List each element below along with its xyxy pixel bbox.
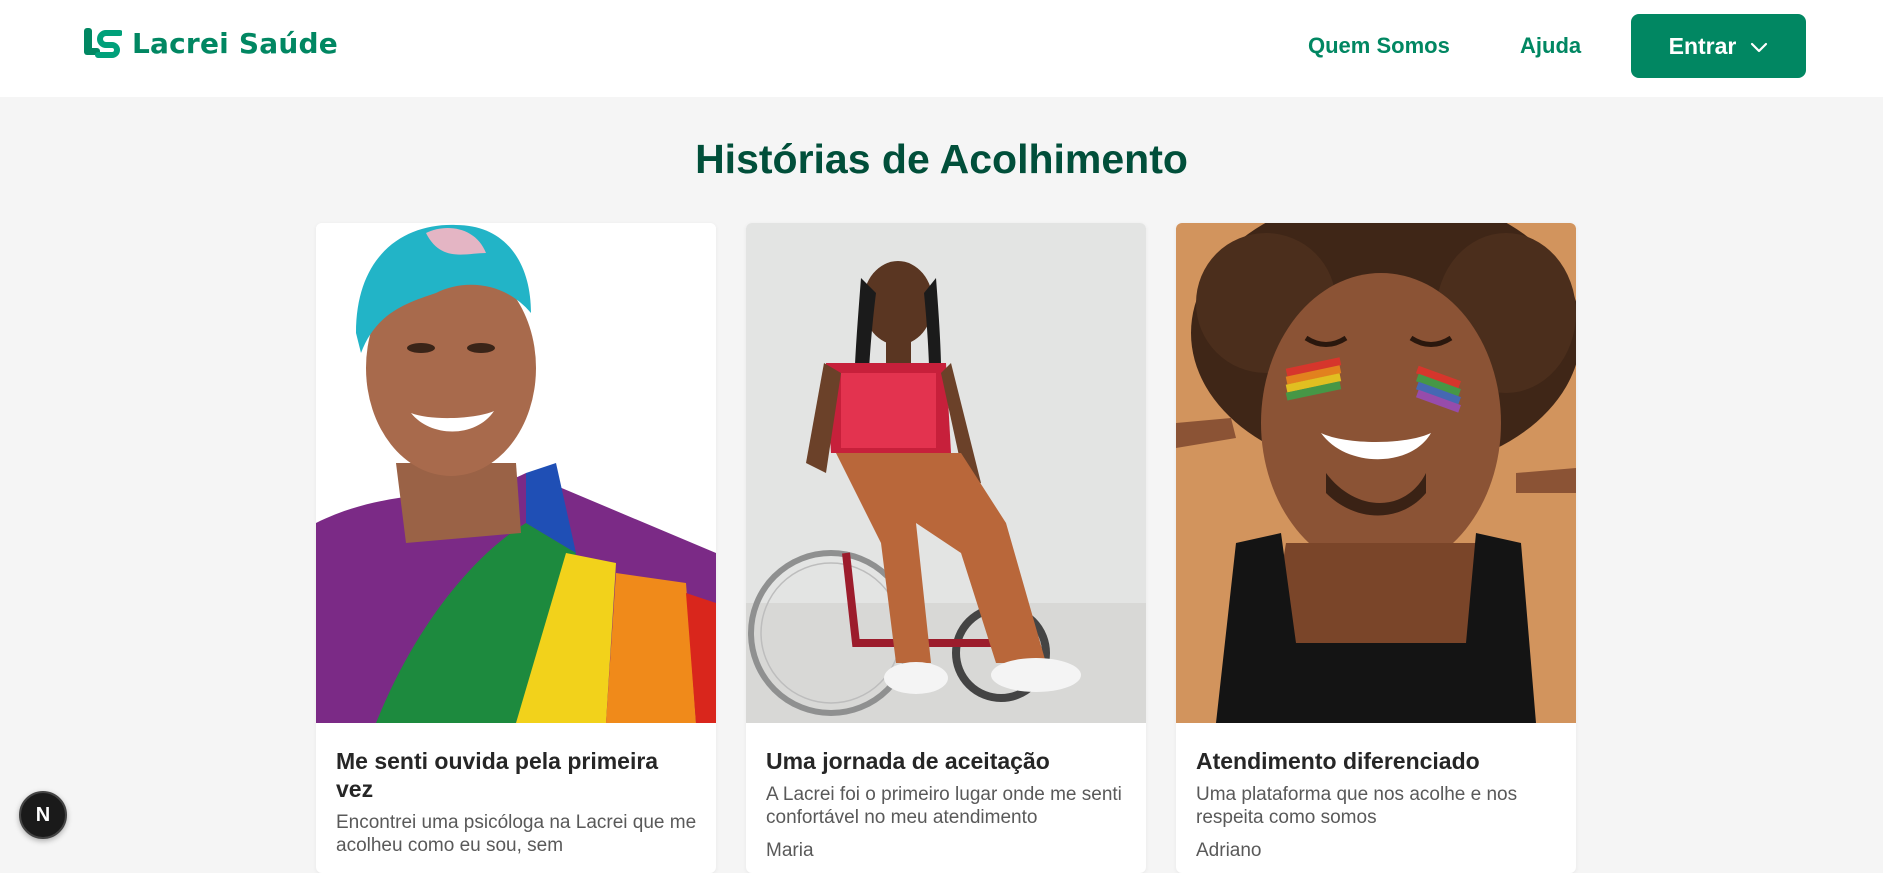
dev-badge-label: N — [35, 803, 51, 826]
story-title: Me senti ouvida pela primeira vez — [336, 748, 659, 802]
story-title: Uma jornada de aceitação — [766, 748, 1050, 774]
story-author: Adriano — [1196, 840, 1262, 861]
dev-tools-badge[interactable]: N — [19, 791, 67, 839]
lacrei-logo-icon — [84, 27, 123, 59]
story-card[interactable]: Me senti ouvida pela primeira vez Encont… — [316, 223, 716, 873]
login-button[interactable]: Entrar — [1631, 14, 1806, 78]
story-photo — [1176, 223, 1576, 723]
story-description: A Lacrei foi o primeiro lugar onde me se… — [766, 784, 1122, 828]
nav-link-ajuda[interactable]: Ajuda — [1520, 33, 1581, 59]
story-card-body: Uma jornada de aceitação A Lacrei foi o … — [766, 747, 1131, 862]
story-card-body: Me senti ouvida pela primeira vez Encont… — [336, 747, 701, 857]
story-card-body: Atendimento diferenciado Uma plataforma … — [1196, 747, 1561, 862]
story-description: Encontrei uma psicóloga na Lacrei que me… — [336, 812, 697, 856]
site-header: Lacrei Saúde Quem Somos Ajuda Entrar — [0, 0, 1883, 97]
story-card[interactable]: Uma jornada de aceitação A Lacrei foi o … — [746, 223, 1146, 873]
login-button-label: Entrar — [1668, 32, 1737, 59]
chevron-down-icon — [1750, 33, 1768, 60]
nav-link-quem-somos[interactable]: Quem Somos — [1308, 33, 1450, 59]
page-title: Histórias de Acolhimento — [695, 136, 1188, 182]
story-author: Maria — [766, 840, 814, 861]
story-card[interactable]: Atendimento diferenciado Uma plataforma … — [1176, 223, 1576, 873]
lacrei-logo[interactable]: Lacrei Saúde — [84, 26, 338, 60]
story-photo — [746, 223, 1146, 723]
logo-text: Lacrei Saúde — [132, 26, 338, 60]
story-photo — [316, 223, 716, 723]
story-title: Atendimento diferenciado — [1196, 748, 1480, 774]
story-description: Uma plataforma que nos acolhe e nos resp… — [1196, 784, 1518, 828]
